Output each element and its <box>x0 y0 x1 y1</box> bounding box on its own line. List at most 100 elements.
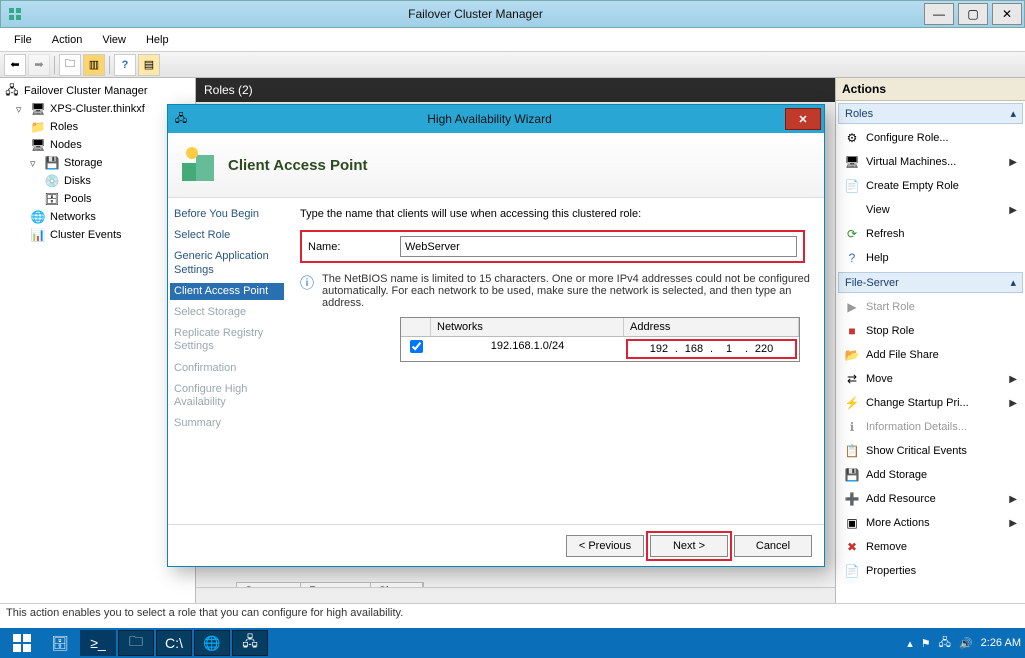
address-input[interactable]: 192. 168. 1. 220 <box>626 339 797 359</box>
wizard-titlebar[interactable]: 🖧 High Availability Wizard ✕ <box>168 105 824 133</box>
tray-clock[interactable]: 2:26 AM <box>981 637 1021 649</box>
addr-octet-3[interactable]: 1 <box>717 343 741 355</box>
tray-sound-icon[interactable]: 🔊 <box>959 637 973 650</box>
task-iis[interactable]: 🌐 <box>194 630 230 656</box>
expand-icon[interactable]: ▿ <box>16 103 26 116</box>
wizard-close-button[interactable]: ✕ <box>785 108 821 130</box>
action-stop-role[interactable]: ■Stop Role <box>836 319 1025 343</box>
nav-generic-settings[interactable]: Generic Application Settings <box>174 250 280 276</box>
action-props-label: Properties <box>866 565 916 577</box>
action-info-details[interactable]: ℹInformation Details... <box>836 415 1025 439</box>
action-virtual-machines[interactable]: 🖥Virtual Machines...▶ <box>836 150 1025 174</box>
close-button[interactable]: ✕ <box>992 3 1022 25</box>
tree-storage[interactable]: ▿💾Storage <box>2 154 193 172</box>
events-icon: 📋 <box>844 443 860 459</box>
help-button[interactable]: ? <box>114 54 136 76</box>
tree-root-label: Failover Cluster Manager <box>24 85 148 97</box>
menu-help[interactable]: Help <box>136 31 179 49</box>
action-move[interactable]: ⇄Move▶ <box>836 367 1025 391</box>
action-start-role[interactable]: ▶Start Role <box>836 295 1025 319</box>
addr-octet-1[interactable]: 192 <box>647 343 671 355</box>
tree-disks-label: Disks <box>64 175 91 187</box>
nav-summary[interactable]: Summary <box>174 417 280 430</box>
action-move-label: Move <box>866 373 893 385</box>
previous-button[interactable]: < Previous <box>566 535 644 557</box>
task-cluster[interactable]: 🖧 <box>232 630 268 656</box>
action-remove[interactable]: ✖Remove <box>836 535 1025 559</box>
name-input[interactable]: WebServer <box>400 236 797 257</box>
action-add-storage[interactable]: 💾Add Storage <box>836 463 1025 487</box>
tree-disks[interactable]: 💿Disks <box>2 172 193 190</box>
task-cmd[interactable]: C:\ <box>156 630 192 656</box>
tree-cluster[interactable]: ▿ 🖥 XPS-Cluster.thinkxf <box>2 100 193 118</box>
actions-section-roles[interactable]: Roles▴ <box>838 103 1023 124</box>
show-hide-button[interactable]: ▥ <box>83 54 105 76</box>
action-more[interactable]: ▣More Actions▶ <box>836 511 1025 535</box>
menu-file[interactable]: File <box>4 31 42 49</box>
tree-nodes[interactable]: 🖥Nodes <box>2 136 193 154</box>
action-addshare-label: Add File Share <box>866 349 939 361</box>
action-refresh[interactable]: ⟳Refresh <box>836 222 1025 246</box>
tree-nodes-label: Nodes <box>50 139 82 151</box>
task-powershell[interactable]: ≥_ <box>80 630 116 656</box>
refresh-icon: ⟳ <box>844 226 860 242</box>
action-critical-events[interactable]: 📋 Show Critical Events <box>836 439 1025 463</box>
tree-events[interactable]: 📊Cluster Events <box>2 226 193 244</box>
nav-before[interactable]: Before You Begin <box>174 208 280 221</box>
menu-action[interactable]: Action <box>42 31 93 49</box>
tree-root[interactable]: 🖧 Failover Cluster Manager <box>2 82 193 100</box>
actions-section-fileserver[interactable]: File-Server▴ <box>838 272 1023 293</box>
tree-pools[interactable]: 🗄Pools <box>2 190 193 208</box>
action-startup-priority[interactable]: ⚡Change Startup Pri...▶ <box>836 391 1025 415</box>
task-explorer[interactable]: 🗀 <box>118 630 154 656</box>
nav-client-access-point[interactable]: Client Access Point <box>170 283 284 300</box>
name-value: WebServer <box>405 241 460 253</box>
network-checkbox[interactable] <box>410 340 423 353</box>
action-add-resource[interactable]: ➕Add Resource▶ <box>836 487 1025 511</box>
prop-button[interactable]: ▤ <box>138 54 160 76</box>
nav-up-button[interactable]: 🗀 <box>59 54 81 76</box>
start-icon: ▶ <box>844 299 860 315</box>
app-icon <box>1 6 29 22</box>
addr-octet-4[interactable]: 220 <box>752 343 776 355</box>
nav-select-storage[interactable]: Select Storage <box>174 306 280 319</box>
tree-roles[interactable]: 📁Roles <box>2 118 193 136</box>
next-button[interactable]: Next > <box>650 535 728 557</box>
tree-pools-label: Pools <box>64 193 92 205</box>
action-configure-role[interactable]: ⚙Configure Role... <box>836 126 1025 150</box>
addr-octet-2[interactable]: 168 <box>682 343 706 355</box>
action-vm-label: Virtual Machines... <box>866 156 956 168</box>
menu-view[interactable]: View <box>92 31 136 49</box>
wizard-content: Type the name that clients will use when… <box>286 198 824 524</box>
tray-flag-icon[interactable]: ⚑ <box>921 637 931 650</box>
info-icon: ℹ <box>844 419 860 435</box>
action-create-empty-role[interactable]: 📄Create Empty Role <box>836 174 1025 198</box>
maximize-button[interactable]: ▢ <box>958 3 988 25</box>
action-properties[interactable]: 📄 Properties <box>836 559 1025 583</box>
task-server-manager[interactable]: 🗄 <box>42 630 78 656</box>
props-icon: 📄 <box>844 563 860 579</box>
nav-fwd-button[interactable]: ➡ <box>28 54 50 76</box>
center-scrollbar[interactable] <box>196 587 835 603</box>
nav-select-role[interactable]: Select Role <box>174 229 280 242</box>
nav-confirmation[interactable]: Confirmation <box>174 362 280 375</box>
action-add-file-share[interactable]: 📂Add File Share <box>836 343 1025 367</box>
minimize-button[interactable]: — <box>924 3 954 25</box>
action-help-label: Help <box>866 252 889 264</box>
nav-configure-ha[interactable]: Configure High Availability <box>174 383 280 409</box>
nav-back-button[interactable]: ⬅ <box>4 54 26 76</box>
cancel-button[interactable]: Cancel <box>734 535 812 557</box>
expand-icon[interactable]: ▿ <box>30 157 40 170</box>
action-critical-label: Show Critical Events <box>866 445 967 457</box>
submenu-arrow-icon: ▶ <box>1009 205 1017 216</box>
collapse-icon[interactable]: ▴ <box>1010 107 1016 120</box>
tree-networks[interactable]: 🌐Networks <box>2 208 193 226</box>
tray-chevron-icon[interactable]: ▴ <box>907 637 913 650</box>
action-view[interactable]: View▶ <box>836 198 1025 222</box>
nav-replicate-registry[interactable]: Replicate Registry Settings <box>174 327 280 353</box>
collapse-icon[interactable]: ▴ <box>1010 276 1016 289</box>
menubar: File Action View Help <box>0 28 1025 52</box>
start-button[interactable] <box>4 630 40 656</box>
tray-network-icon[interactable]: 🖧 <box>939 634 951 653</box>
action-help[interactable]: ?Help <box>836 246 1025 270</box>
